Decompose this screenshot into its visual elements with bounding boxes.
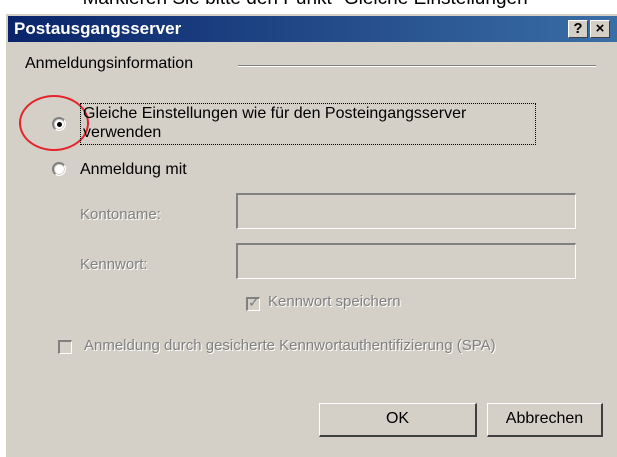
- help-button[interactable]: ?: [568, 20, 588, 38]
- ok-button[interactable]: OK: [319, 403, 477, 437]
- group-label-login-info: Anmeldungsinformation: [25, 55, 200, 73]
- radio-selected-dot: [57, 122, 62, 127]
- group-divider: [238, 65, 596, 67]
- password-label: Kennwort:: [80, 256, 148, 273]
- radio-login-with-label[interactable]: Anmeldung mit: [80, 160, 187, 179]
- radio-same-settings[interactable]: [52, 117, 66, 131]
- account-name-label: Kontoname:: [80, 206, 161, 223]
- radio-same-settings-line2: verwenden: [83, 124, 162, 141]
- dialog-titlebar[interactable]: Postausgangsserver ? ×: [8, 16, 617, 42]
- spa-checkbox[interactable]: [58, 340, 72, 354]
- spa-label: Anmeldung durch gesicherte Kennwortauthe…: [84, 337, 496, 354]
- cancel-button[interactable]: Abbrechen: [487, 403, 603, 437]
- checkmark-icon: ✓: [248, 294, 260, 310]
- password-field[interactable]: [236, 243, 576, 279]
- radio-same-settings-label[interactable]: Gleiche Einstellungen wie für den Postei…: [80, 103, 536, 145]
- save-password-checkbox[interactable]: ✓: [246, 294, 260, 311]
- close-button[interactable]: ×: [590, 20, 610, 38]
- instruction-caption: Markieren Sie bitte den Punkt "Gleiche E…: [0, 0, 617, 10]
- account-name-field[interactable]: [236, 193, 576, 229]
- dialog-title: Postausgangsserver: [14, 19, 182, 38]
- radio-login-with[interactable]: [52, 162, 66, 176]
- radio-same-settings-line1: Gleiche Einstellungen wie für den Postei…: [83, 105, 467, 122]
- outgoing-server-dialog: Postausgangsserver ? ×: [5, 13, 617, 457]
- save-password-label: Kennwort speichern: [268, 293, 401, 310]
